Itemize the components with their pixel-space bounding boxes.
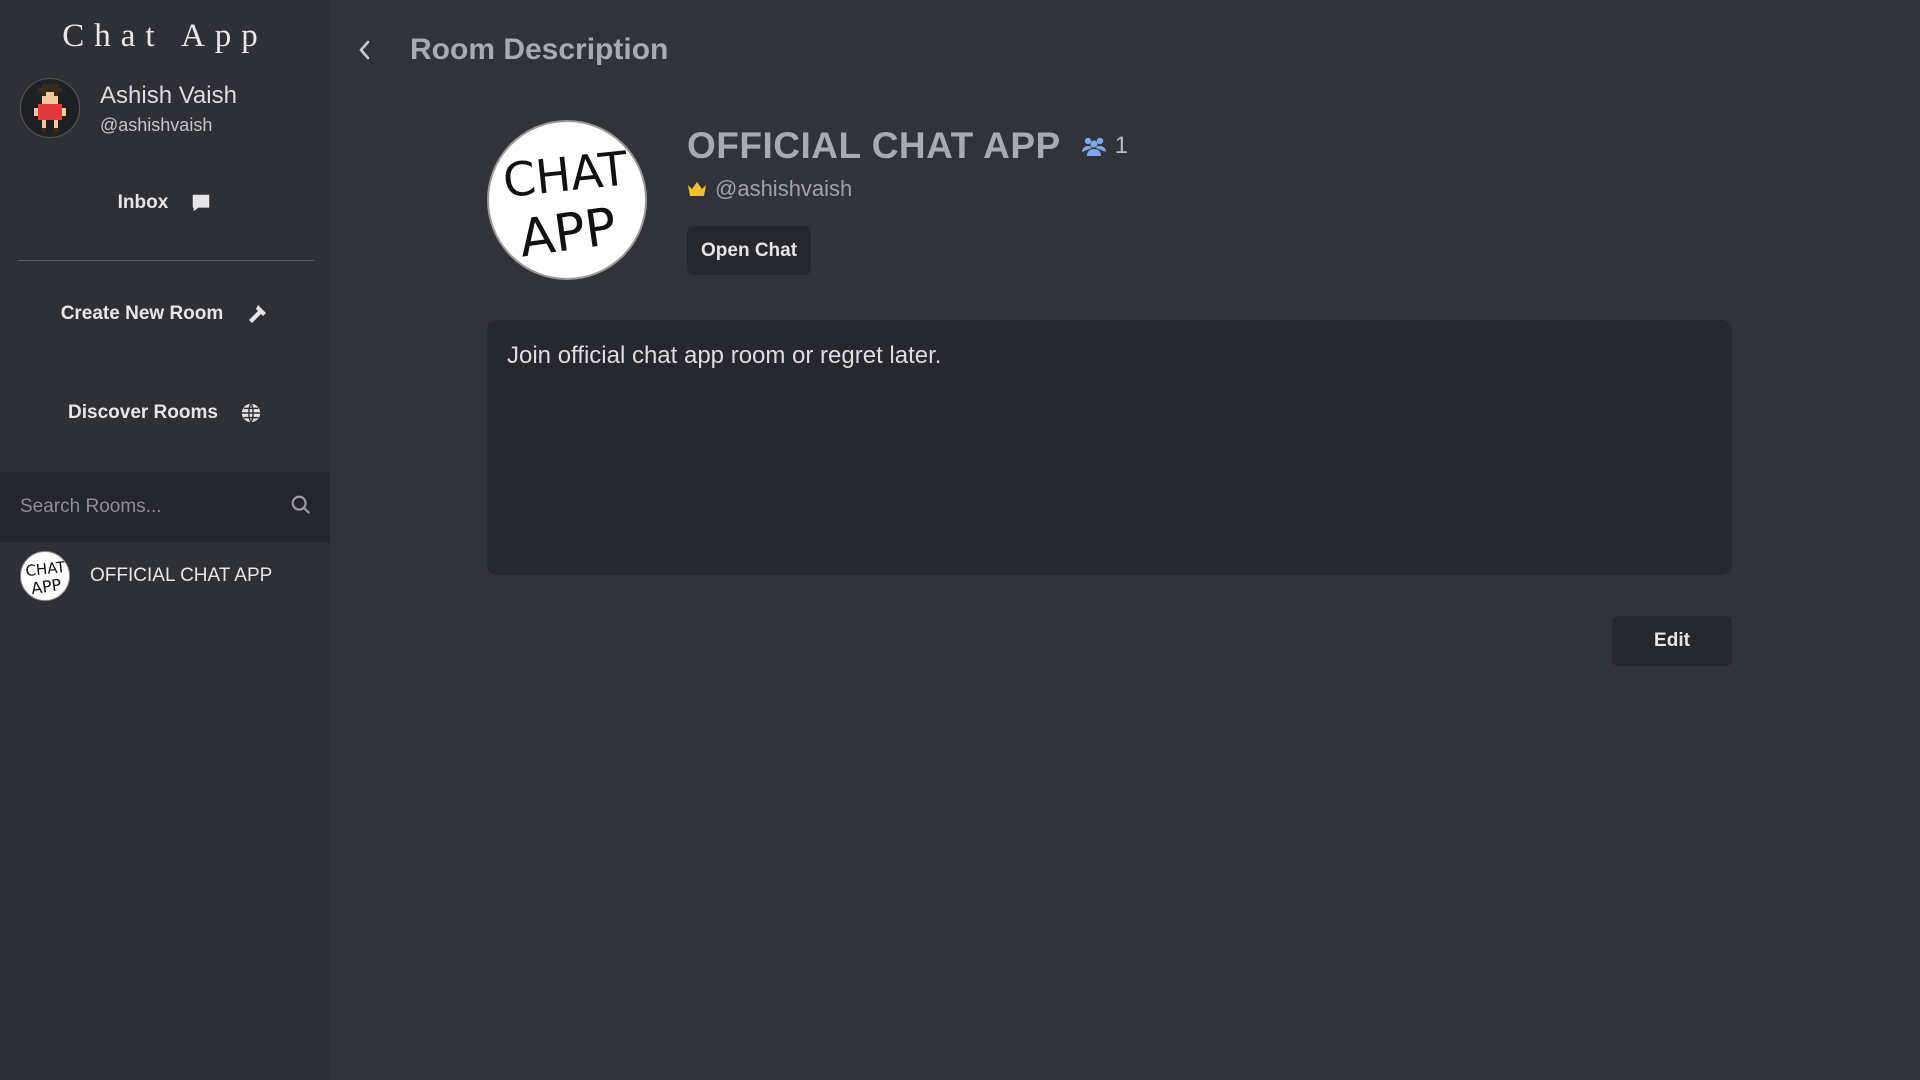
back-button[interactable] (350, 30, 380, 70)
chat-bubble-icon (190, 192, 212, 214)
nav-create-room-label: Create New Room (60, 303, 224, 324)
room-list-name: OFFICIAL CHAT APP (90, 565, 273, 586)
room-thumbnail: CHAT APP (20, 551, 70, 601)
room-title-row: OFFICIAL CHAT APP 1 (687, 125, 1128, 167)
users-icon (1081, 137, 1106, 156)
search-box (0, 472, 330, 542)
edit-button[interactable]: Edit (1612, 616, 1732, 666)
room-logo-image: CHAT APP (501, 142, 631, 270)
room-list-item[interactable]: CHAT APP OFFICIAL CHAT APP (20, 551, 272, 601)
room-description-panel: Join official chat app room or regret la… (487, 320, 1732, 575)
crown-icon (688, 182, 706, 196)
back-chevron-icon (359, 40, 370, 60)
svg-text:APP: APP (515, 197, 620, 270)
user-name: Ashish Vaish (100, 81, 237, 109)
search-input[interactable] (20, 496, 290, 518)
nav-discover-rooms-label: Discover Rooms (68, 402, 218, 423)
pixel-character-icon (34, 84, 66, 132)
room-logo-icon: CHAT APP (25, 558, 68, 598)
nav-create-room[interactable]: Create New Room (0, 302, 330, 326)
user-profile[interactable]: Ashish Vaish @ashishvaish (20, 78, 237, 138)
svg-text:APP: APP (30, 575, 63, 598)
search-icon[interactable] (290, 494, 312, 521)
room-description-text: Join official chat app room or regret la… (507, 342, 942, 369)
nav-inbox[interactable]: Inbox (0, 192, 330, 214)
room-logo: CHAT APP (487, 120, 647, 280)
room-owner: @ashishvaish (687, 176, 852, 202)
nav-inbox-label: Inbox (117, 192, 169, 213)
globe-icon (240, 402, 262, 424)
page-title: Room Description (410, 33, 669, 66)
sidebar-divider (18, 260, 314, 261)
user-handle: @ashishvaish (100, 114, 213, 135)
member-count-badge: 1 (1081, 132, 1128, 160)
app-title: Chat App (62, 18, 268, 54)
room-title: OFFICIAL CHAT APP (687, 125, 1061, 166)
hammer-icon (245, 302, 269, 326)
nav-discover-rooms[interactable]: Discover Rooms (0, 402, 330, 424)
owner-handle: @ashishvaish (715, 176, 853, 201)
sidebar: Chat App Ashish Vaish @ashishvaish Inbox… (0, 0, 330, 1080)
member-count: 1 (1114, 132, 1129, 159)
user-avatar[interactable] (20, 78, 80, 138)
page-header: Room Description (350, 30, 668, 70)
open-chat-button[interactable]: Open Chat (687, 226, 812, 275)
